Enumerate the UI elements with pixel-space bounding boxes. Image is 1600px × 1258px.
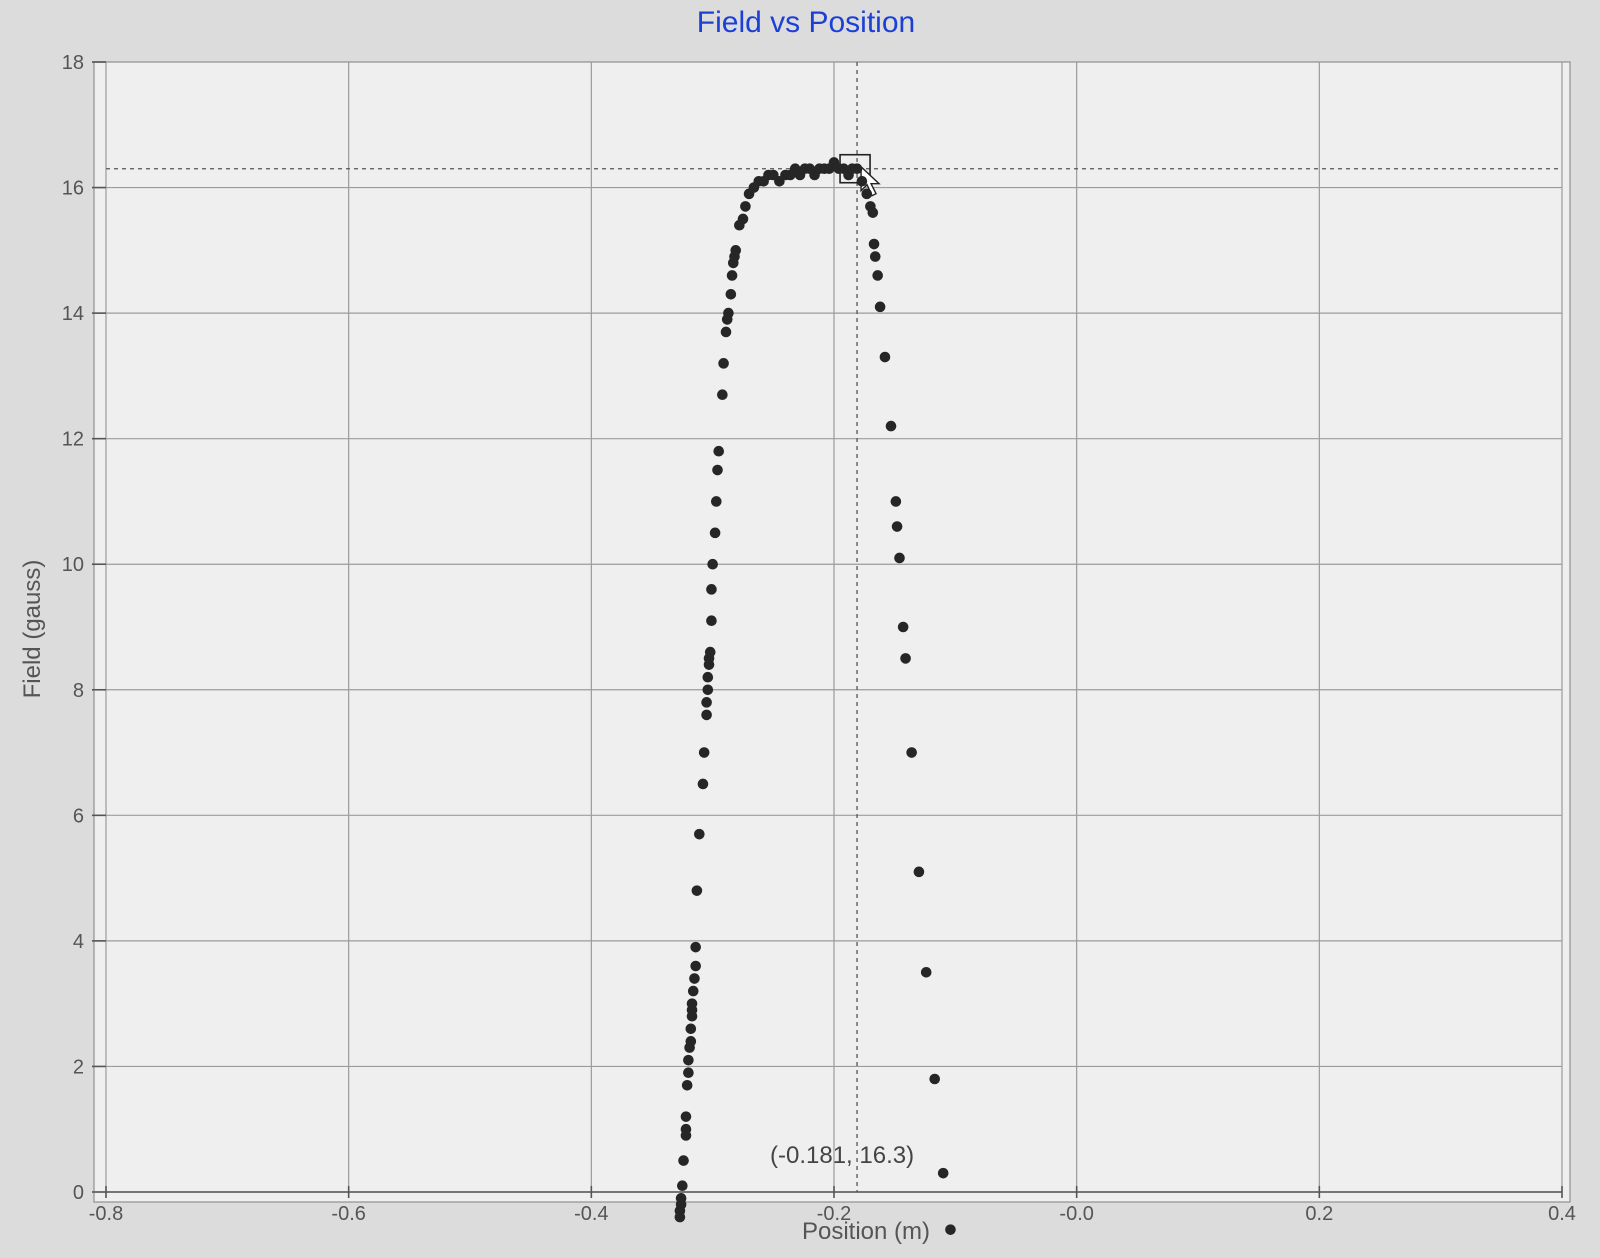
y-tick-label: 10 — [62, 554, 84, 576]
x-axis-label: Position (m) — [802, 1218, 930, 1245]
data-point — [683, 1054, 694, 1066]
x-tick-label: -0.4 — [574, 1203, 608, 1225]
x-tick-label: -0.6 — [331, 1203, 365, 1225]
data-point — [720, 326, 732, 338]
data-point — [891, 521, 903, 532]
data-point — [885, 420, 897, 432]
data-point — [713, 445, 725, 457]
data-point — [879, 351, 891, 363]
data-point — [890, 496, 902, 507]
data-point — [929, 1073, 941, 1085]
y-tick-label: 6 — [73, 805, 84, 827]
cursor-readout: (-0.181, 16.3) — [770, 1142, 914, 1169]
x-tick-label: -0.0 — [1059, 1203, 1093, 1225]
data-point — [856, 175, 868, 187]
data-point — [698, 747, 710, 758]
data-point — [897, 621, 909, 633]
data-point — [894, 552, 905, 564]
y-tick-label: 14 — [62, 303, 84, 325]
data-point — [906, 747, 917, 758]
data-point — [683, 1067, 694, 1079]
data-point — [872, 270, 883, 281]
data-point — [868, 238, 880, 250]
data-point — [707, 558, 718, 570]
data-point — [913, 866, 925, 878]
data-point — [945, 1224, 956, 1235]
data-point — [680, 1111, 692, 1122]
data-point — [937, 1167, 949, 1179]
y-axis-label: Field (gauss) — [19, 560, 46, 699]
data-point — [725, 288, 737, 300]
data-point — [687, 985, 699, 997]
data-point — [689, 973, 700, 984]
chart-window: Field vs Position -0.8 -0.6 -0.4 -0.2 -0.0 0.… — [0, 0, 1600, 1258]
data-point — [680, 1123, 692, 1135]
data-point — [686, 998, 698, 1009]
data-point — [723, 307, 734, 319]
data-point — [706, 584, 717, 595]
data-point — [690, 960, 701, 972]
y-tick-label: 18 — [62, 52, 84, 74]
data-point — [701, 709, 712, 721]
data-point — [690, 941, 701, 953]
y-tick-label: 8 — [73, 680, 84, 702]
data-point — [701, 697, 712, 708]
data-point — [681, 1079, 693, 1091]
data-point — [867, 207, 879, 218]
data-point — [709, 527, 721, 539]
data-point — [685, 1036, 697, 1047]
data-point — [691, 885, 703, 896]
x-tick-label: -0.8 — [89, 1203, 123, 1225]
y-tick-label: 16 — [62, 178, 84, 200]
data-point — [704, 646, 716, 658]
data-point — [718, 358, 729, 369]
y-tick-label: 12 — [62, 429, 84, 451]
data-point — [677, 1180, 688, 1192]
data-point — [717, 389, 728, 401]
data-point — [730, 245, 742, 256]
y-tick-label: 0 — [73, 1182, 84, 1204]
data-point — [675, 1192, 687, 1204]
x-tick-label: 0.4 — [1548, 1203, 1576, 1225]
data-point — [706, 615, 717, 627]
data-point — [712, 464, 723, 476]
data-point — [851, 163, 863, 175]
y-tick-label: 2 — [73, 1056, 84, 1078]
data-point — [920, 966, 932, 978]
data-point — [711, 496, 722, 507]
data-point — [697, 778, 709, 790]
x-tick-label: 0.2 — [1305, 1203, 1333, 1225]
data-point — [861, 188, 873, 200]
plot-area[interactable] — [93, 61, 1571, 1203]
y-tick-label: 4 — [73, 931, 84, 953]
data-point — [694, 828, 705, 840]
data-point — [678, 1155, 689, 1166]
data-point — [737, 213, 749, 225]
data-point — [685, 1023, 697, 1035]
data-point — [900, 653, 911, 664]
chart-title: Field vs Position — [697, 6, 915, 39]
data-point — [702, 671, 714, 683]
data-point — [702, 684, 714, 696]
data-point — [726, 270, 738, 281]
data-point — [869, 251, 881, 262]
data-point — [740, 201, 751, 212]
data-point — [874, 301, 886, 313]
scatter-chart[interactable]: Field vs Position -0.8 -0.6 -0.4 -0.2 -0.0 0.… — [0, 0, 1600, 1258]
